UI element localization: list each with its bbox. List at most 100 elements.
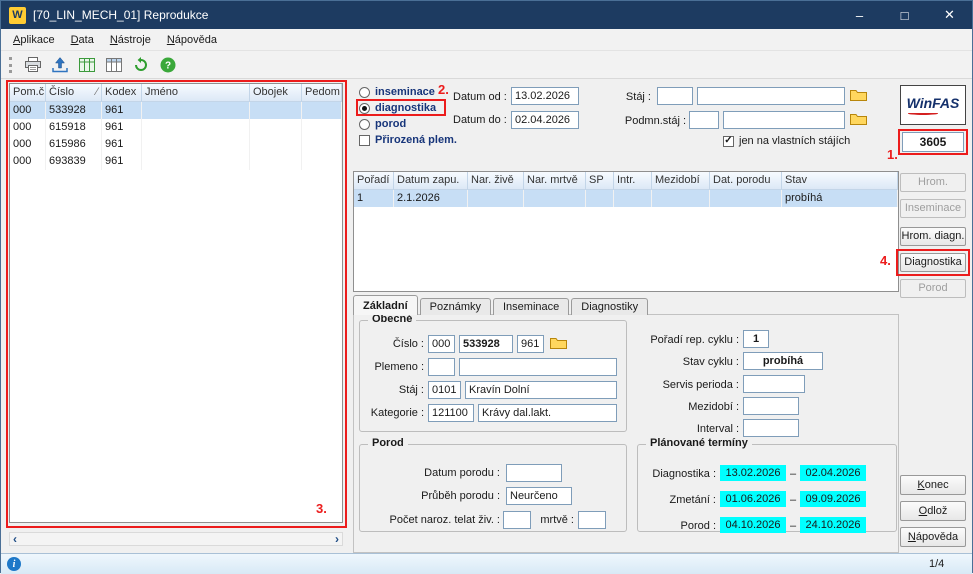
column-header-nar-zive[interactable]: Nar. živě <box>468 172 524 189</box>
column-header-jmeno[interactable]: Jméno <box>142 84 250 101</box>
servis-perioda-field[interactable] <box>743 375 805 393</box>
animal-table: Pom.č. Číslo∕ Kodex Jméno Obojek Pedom 0… <box>9 83 343 523</box>
datum-porodu-field[interactable] <box>506 464 562 482</box>
table-row[interactable]: 000 615986 961 <box>10 136 342 153</box>
date-from-label: Datum od : <box>453 91 507 104</box>
plemeno-name-field[interactable] <box>459 358 617 376</box>
radio-porod[interactable]: porod <box>359 118 406 130</box>
prubeh-porodu-field[interactable]: Neurčeno <box>506 487 572 505</box>
maximize-button[interactable]: □ <box>882 1 927 29</box>
diagnostika-button[interactable]: Diagnostika <box>900 253 966 272</box>
menu-nastroje[interactable]: Nástroje <box>102 31 159 49</box>
refresh-icon[interactable] <box>131 55 151 75</box>
column-header-label: Číslo <box>49 84 74 101</box>
menu-napoveda[interactable]: Nápověda <box>159 31 225 49</box>
interval-label: Interval : <box>621 423 739 436</box>
staj-code-field[interactable]: 0101 <box>428 381 461 399</box>
cislo-field-2[interactable]: 533928 <box>459 335 513 353</box>
date-from-field[interactable]: 13.02.2026 <box>511 87 579 105</box>
tab-zakladni[interactable]: Základní <box>353 295 418 315</box>
table-view-icon[interactable] <box>77 55 97 75</box>
staj-folder-icon[interactable] <box>850 88 867 102</box>
close-button[interactable]: ✕ <box>927 1 972 29</box>
column-header-cislo[interactable]: Číslo∕ <box>46 84 102 101</box>
interval-field[interactable] <box>743 419 799 437</box>
tab-poznamky[interactable]: Poznámky <box>420 298 491 315</box>
scroll-left-icon[interactable]: ‹ <box>13 532 17 546</box>
annotation-label-4: 4. <box>880 253 891 268</box>
checkbox-prirozena-plem[interactable]: Přirozená plem. <box>359 134 457 146</box>
mezidobi-field[interactable] <box>743 397 799 415</box>
date-to-field[interactable]: 02.04.2026 <box>511 111 579 129</box>
toolbar-grip[interactable] <box>9 57 12 73</box>
column-header-intr[interactable]: Intr. <box>614 172 652 189</box>
table-row[interactable]: 000 693839 961 <box>10 153 342 170</box>
tab-inseminace[interactable]: Inseminace <box>493 298 569 315</box>
column-header-label: Intr. <box>617 172 635 189</box>
cislo-field-1[interactable]: 000 <box>428 335 455 353</box>
animal-table-header: Pom.č. Číslo∕ Kodex Jméno Obojek Pedom <box>10 84 342 102</box>
column-header-mezidobi[interactable]: Mezidobí <box>652 172 710 189</box>
cislo-field-3[interactable]: 961 <box>517 335 544 353</box>
checkbox-own-stables[interactable]: jen na vlastních stájích <box>723 135 850 147</box>
cell-datum-zapu: 2.1.2026 <box>394 190 468 207</box>
window-title: [70_LIN_MECH_01] Reprodukce <box>33 8 208 22</box>
staj-name-field[interactable] <box>697 87 845 105</box>
print-icon[interactable] <box>23 55 43 75</box>
podmn-staj-code-field[interactable] <box>689 111 719 129</box>
pocet-zive-field[interactable] <box>503 511 531 529</box>
podmn-staj-name-field[interactable] <box>723 111 845 129</box>
column-header-label: SP <box>589 172 604 189</box>
stav-cyklu-field[interactable]: probíhá <box>743 352 823 370</box>
group-planovane-terminy: Plánované termíny Diagnostika : 13.02.20… <box>637 444 897 532</box>
cislo-folder-icon[interactable] <box>550 336 567 350</box>
range-dash: – <box>790 520 796 533</box>
menu-aplikace[interactable]: Aplikace <box>5 31 63 49</box>
column-setup-icon[interactable] <box>104 55 124 75</box>
checkbox-icon <box>359 135 370 146</box>
task-number-field[interactable]: 3605 <box>902 132 964 152</box>
staj-name-field[interactable]: Kravín Dolní <box>465 381 617 399</box>
hrom-diagn-button[interactable]: Hrom. diagn. <box>900 227 966 246</box>
podmn-staj-folder-icon[interactable] <box>850 112 867 126</box>
cell-pedom <box>302 119 342 136</box>
column-header-poradi[interactable]: Pořadí <box>354 172 394 189</box>
staj-code-field[interactable] <box>657 87 693 105</box>
kategorie-name-field[interactable]: Krávy dal.lakt. <box>478 404 617 422</box>
column-header-kodex[interactable]: Kodex <box>102 84 142 101</box>
mrtve-field[interactable] <box>578 511 606 529</box>
column-header-obojek[interactable]: Obojek <box>250 84 302 101</box>
column-header-pom-c[interactable]: Pom.č. <box>10 84 46 101</box>
porod-button: Porod <box>900 279 966 298</box>
cycle-table-row[interactable]: 1 2.1.2026 probíhá <box>354 190 898 207</box>
column-header-pedom[interactable]: Pedom <box>302 84 342 101</box>
horizontal-scrollbar[interactable]: ‹ › <box>9 532 343 546</box>
scroll-right-icon[interactable]: › <box>335 532 339 546</box>
cislo-label: Číslo : <box>368 338 424 351</box>
column-header-dat-porodu[interactable]: Dat. porodu <box>710 172 782 189</box>
planned-porod-to: 24.10.2026 <box>800 517 866 533</box>
radio-inseminace[interactable]: inseminace <box>359 86 435 98</box>
export-icon[interactable] <box>50 55 70 75</box>
help-icon[interactable]: ? <box>158 55 178 75</box>
konec-button[interactable]: Konec <box>900 475 966 495</box>
tab-diagnostiky[interactable]: Diagnostiky <box>571 298 648 315</box>
menu-data[interactable]: Data <box>63 31 102 49</box>
kategorie-code-field[interactable]: 121100 <box>428 404 474 422</box>
cell-cislo: 615918 <box>46 119 102 136</box>
group-title: Plánované termíny <box>646 437 752 449</box>
column-header-datum-zapu[interactable]: Datum zapu. <box>394 172 468 189</box>
table-row[interactable]: 000 533928 961 <box>10 102 342 119</box>
minimize-button[interactable]: – <box>837 1 882 29</box>
column-header-label: Nar. živě <box>471 172 514 189</box>
poradi-rep-cyklu-field[interactable]: 1 <box>743 330 769 348</box>
column-header-nar-mrtve[interactable]: Nar. mrtvě <box>524 172 586 189</box>
column-header-stav[interactable]: Stav <box>782 172 898 189</box>
column-header-sp[interactable]: SP <box>586 172 614 189</box>
napoveda-button[interactable]: Nápověda <box>900 527 966 547</box>
titlebar: W [70_LIN_MECH_01] Reprodukce – □ ✕ <box>1 1 972 29</box>
radio-diagnostika[interactable]: diagnostika <box>359 102 436 114</box>
table-row[interactable]: 000 615918 961 <box>10 119 342 136</box>
odloz-button[interactable]: Odlož <box>900 501 966 521</box>
plemeno-code-field[interactable] <box>428 358 455 376</box>
